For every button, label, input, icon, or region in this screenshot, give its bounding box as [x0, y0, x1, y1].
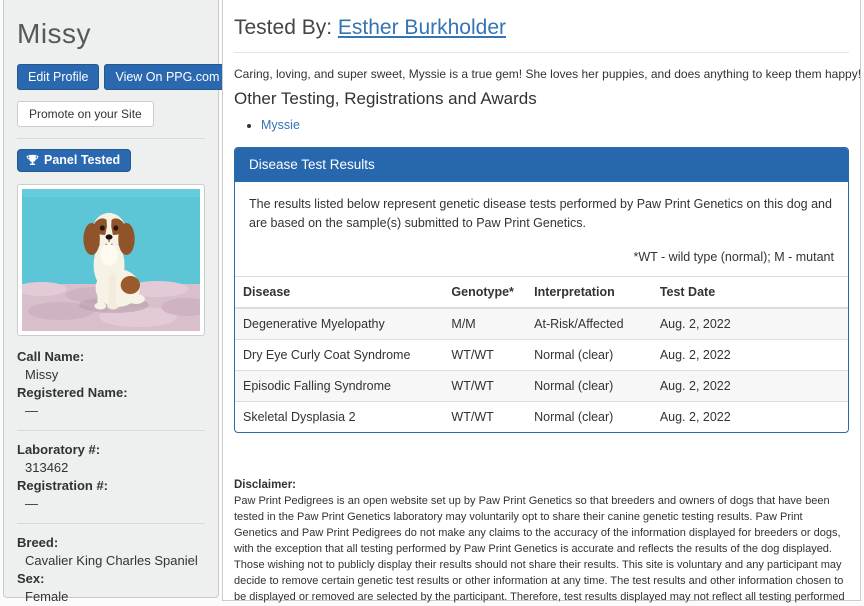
cell-genotype: WT/WT — [443, 401, 527, 433]
detail-label: Registered Name: — [17, 385, 128, 400]
table-row: Episodic Falling Syndrome WT/WT Normal (… — [235, 370, 848, 402]
dog-photo-illustration — [22, 189, 200, 331]
detail-value: — — [25, 402, 38, 418]
cell-interpretation: At-Risk/Affected — [526, 307, 652, 340]
cell-disease: Episodic Falling Syndrome — [235, 370, 444, 402]
sidebar-divider — [17, 138, 205, 139]
edit-profile-button[interactable]: Edit Profile — [17, 64, 100, 90]
detail-value: Female — [25, 588, 69, 604]
detail-label: Call Name: — [17, 349, 85, 364]
results-panel-body: The results listed below represent genet… — [235, 182, 848, 266]
other-testing-list: Myssie — [261, 118, 849, 132]
detail-label: Registration #: — [17, 478, 109, 493]
table-header-row: Disease Genotype* Interpretation Test Da… — [235, 276, 848, 310]
detail-value: Cavalier King Charles Spaniel — [25, 552, 198, 568]
detail-value: Missy — [25, 366, 59, 382]
detail-label: Laboratory #: — [17, 442, 101, 457]
detail-value: 313462 — [25, 459, 69, 475]
heading-divider — [234, 52, 849, 53]
detail-label: Sex: — [17, 571, 45, 586]
view-on-ppg-button[interactable]: View On PPG.com — [104, 64, 231, 90]
dog-description: Caring, loving, and super sweet, Myssie … — [234, 67, 862, 81]
table-row: Skeletal Dysplasia 2 WT/WT Normal (clear… — [235, 401, 848, 433]
trophy-icon — [26, 154, 39, 167]
panel-tested-badge[interactable]: Panel Tested — [17, 149, 132, 172]
panel-tested-label: Panel Tested — [44, 153, 121, 167]
tested-by-heading: Tested By: Esther Burkholder — [234, 16, 849, 40]
other-testing-heading: Other Testing, Registrations and Awards — [234, 89, 537, 108]
cell-test-date: Aug. 2, 2022 — [651, 370, 848, 402]
cell-disease: Skeletal Dysplasia 2 — [235, 401, 444, 433]
list-item: Myssie — [261, 118, 849, 132]
column-header-interpretation: Interpretation — [526, 276, 652, 310]
other-testing-link[interactable]: Myssie — [261, 118, 300, 132]
table-row: Degenerative Myelopathy M/M At-Risk/Affe… — [235, 307, 848, 340]
disease-results-table: Disease Genotype* Interpretation Test Da… — [235, 276, 848, 433]
disclaimer-text: Paw Print Pedigrees is an open website s… — [234, 494, 845, 603]
column-header-genotype: Genotype* — [443, 276, 527, 310]
dog-details: Call Name: Missy Registered Name: — Labo… — [17, 348, 205, 606]
results-intro-text: The results listed below represent genet… — [249, 197, 832, 230]
cell-test-date: Aug. 2, 2022 — [651, 307, 848, 340]
dog-photo[interactable] — [17, 184, 205, 336]
promote-site-button[interactable]: Promote on your Site — [17, 101, 154, 127]
tested-by-label: Tested By: — [234, 16, 333, 39]
cell-genotype: M/M — [443, 307, 527, 340]
cell-test-date: Aug. 2, 2022 — [651, 401, 848, 433]
column-header-test-date: Test Date — [651, 276, 848, 310]
cell-genotype: WT/WT — [443, 339, 527, 371]
column-header-disease: Disease — [235, 276, 444, 310]
cell-disease: Degenerative Myelopathy — [235, 307, 444, 340]
cell-test-date: Aug. 2, 2022 — [651, 339, 848, 371]
disclaimer: Disclaimer: Paw Print Pedigrees is an op… — [234, 477, 849, 606]
dog-results-main-panel: Tested By: Esther Burkholder Caring, lov… — [222, 0, 862, 603]
disclaimer-label: Disclaimer: — [234, 479, 297, 492]
cell-disease: Dry Eye Curly Coat Syndrome — [235, 339, 444, 371]
detail-value: — — [25, 495, 38, 511]
dog-profile-sidebar: Missy Edit Profile View On PPG.com Promo… — [3, 0, 231, 604]
table-row: Dry Eye Curly Coat Syndrome WT/WT Normal… — [235, 339, 848, 371]
dog-name-title: Missy — [17, 18, 92, 49]
disease-test-results-panel: Disease Test Results The results listed … — [234, 147, 849, 434]
results-panel-title: Disease Test Results — [235, 148, 848, 182]
genotype-legend: *WT - wild type (normal); M - mutant — [633, 249, 834, 264]
details-divider — [17, 523, 205, 524]
cell-interpretation: Normal (clear) — [526, 401, 652, 433]
profile-actions: Edit Profile View On PPG.com — [17, 64, 231, 90]
details-divider — [17, 430, 205, 431]
cell-interpretation: Normal (clear) — [526, 370, 652, 402]
breeder-link[interactable]: Esther Burkholder — [338, 16, 506, 39]
cell-interpretation: Normal (clear) — [526, 339, 652, 371]
cell-genotype: WT/WT — [443, 370, 527, 402]
detail-label: Breed: — [17, 535, 59, 550]
